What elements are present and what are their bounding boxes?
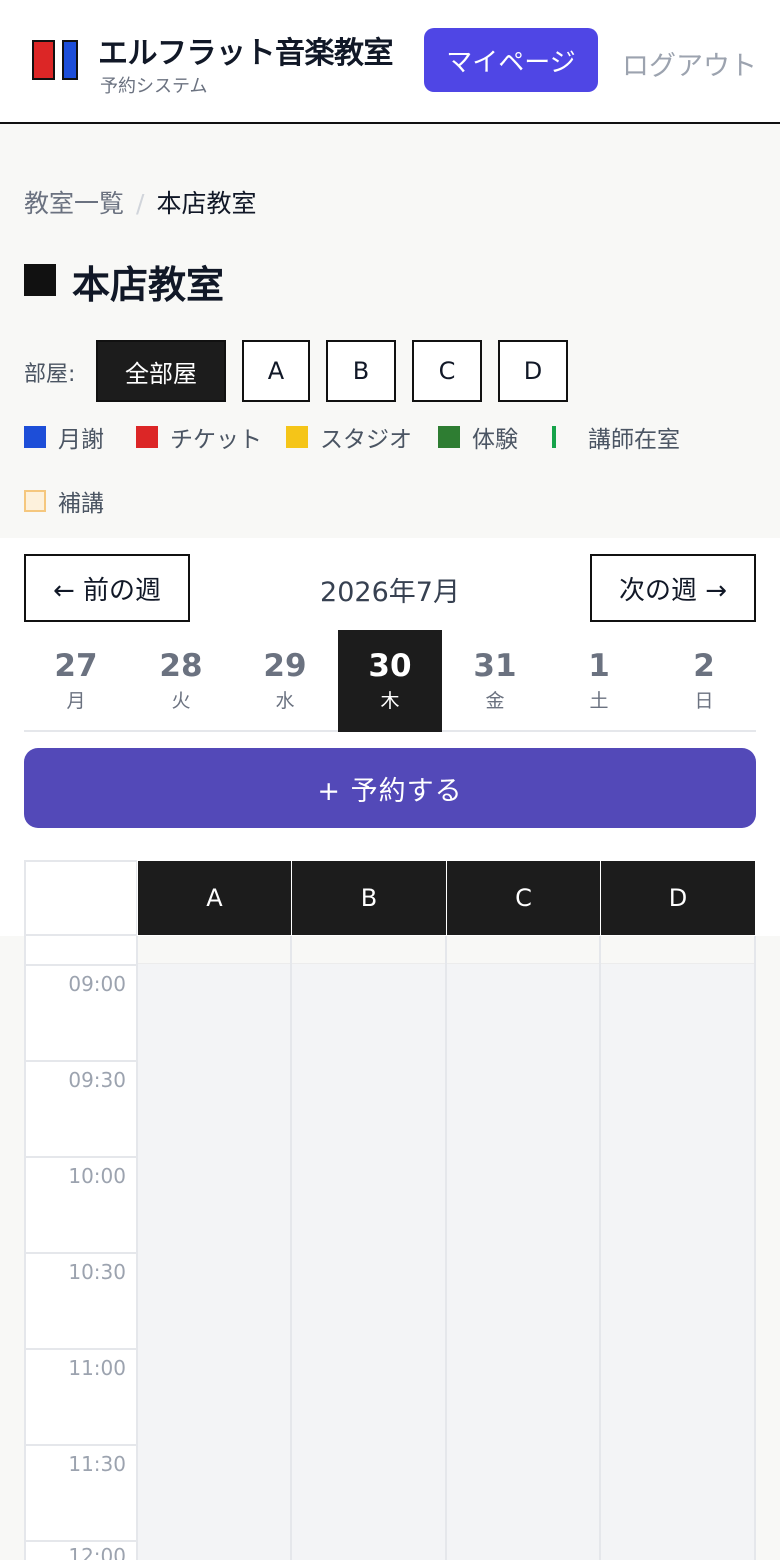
day-number: 2 [693, 648, 715, 684]
day-number: 31 [473, 648, 517, 684]
legend-label: チケット [170, 427, 262, 453]
room-filter-a-button[interactable]: A [242, 340, 310, 402]
time-label: 09:30 [68, 1068, 126, 1092]
legend-item-trial: 体験 [438, 420, 518, 454]
day-1[interactable]: 1土 [547, 630, 651, 732]
time-row: 09:00 [26, 964, 138, 996]
time-row: 11:30 [26, 1444, 138, 1476]
time-label: 10:00 [68, 1164, 126, 1188]
legend-swatch-ticket [136, 426, 158, 448]
page-title: 本店教室 [72, 263, 225, 307]
day-strip: 27 月 28 火 29 水 30 木 31 金 1土 2日 [24, 630, 756, 732]
app-header: エルフラット音楽教室 予約システム マイページ ログアウト [0, 0, 780, 124]
day-number: 1 [588, 648, 610, 684]
legend-label: 補講 [58, 491, 104, 517]
legend-swatch-teacher-present [552, 426, 556, 448]
day-number: 27 [54, 648, 98, 684]
day-of-week: 木 [380, 690, 400, 712]
day-number: 28 [159, 648, 203, 684]
day-31[interactable]: 31 金 [443, 630, 547, 732]
grid-corner [24, 860, 138, 936]
room-column-a[interactable] [138, 936, 292, 1560]
time-label: 11:30 [68, 1452, 126, 1476]
day-of-week: 日 [694, 690, 714, 712]
day-28[interactable]: 28 火 [129, 630, 233, 732]
room-header-c: C [446, 860, 601, 936]
legend-swatch-studio [286, 426, 308, 448]
day-of-week: 金 [485, 690, 505, 712]
breadcrumb-separator: / [136, 189, 145, 218]
mypage-button[interactable]: マイページ [424, 28, 598, 92]
reserve-button[interactable]: + 予約する [24, 748, 756, 828]
time-row: 09:30 [26, 1060, 138, 1092]
app-title: エルフラット音楽教室 [98, 36, 394, 71]
legend-item-monthly: 月謝 [24, 420, 104, 454]
room-filter-d-button[interactable]: D [498, 340, 568, 402]
day-30-selected[interactable]: 30 木 [338, 630, 442, 732]
room-header-d: D [600, 860, 756, 936]
legend-swatch-trial [438, 426, 460, 448]
day-of-week: 土 [589, 690, 609, 712]
day-number: 29 [263, 648, 307, 684]
title-square-icon [24, 264, 56, 296]
day-27[interactable]: 27 月 [24, 630, 128, 732]
day-29[interactable]: 29 水 [233, 630, 337, 732]
breadcrumb: 教室一覧 / 本店教室 [24, 184, 256, 220]
room-filter-b-button[interactable]: B [326, 340, 396, 402]
legend-swatch-monthly [24, 426, 46, 448]
room-header-a: A [137, 860, 292, 936]
logout-link[interactable]: ログアウト [622, 44, 757, 83]
legend-item-studio: スタジオ [286, 420, 412, 454]
time-row: 10:00 [26, 1156, 138, 1188]
next-week-button[interactable]: 次の週 → [590, 554, 756, 622]
legend-item-ticket: チケット [136, 420, 262, 454]
day-of-week: 火 [171, 690, 191, 712]
app-logo-icon [32, 40, 80, 80]
day-number: 30 [368, 648, 412, 684]
legend-label: スタジオ [320, 427, 412, 453]
time-label: 10:30 [68, 1260, 126, 1284]
room-filter-label: 部屋: [24, 362, 76, 387]
time-label: 12:00 [68, 1544, 126, 1560]
legend-label: 講師在室 [588, 427, 680, 453]
room-filter-all-button[interactable]: 全部屋 [96, 340, 226, 402]
legend-item-makeup: 補講 [24, 484, 104, 518]
time-column: 09:00 09:30 10:00 10:30 11:00 11:30 12:0… [24, 936, 138, 1560]
time-label: 11:00 [68, 1356, 126, 1380]
room-column-d[interactable] [601, 936, 756, 1560]
time-row: 12:00 [26, 1540, 138, 1560]
day-of-week: 月 [66, 690, 86, 712]
room-header-b: B [291, 860, 447, 936]
time-label: 09:00 [68, 972, 126, 996]
app-subtitle: 予約システム [100, 76, 208, 97]
breadcrumb-classroom-list-link[interactable]: 教室一覧 [24, 189, 124, 218]
day-of-week: 水 [275, 690, 295, 712]
time-row: 10:30 [26, 1252, 138, 1284]
legend-label: 月謝 [58, 427, 104, 453]
schedule-grid: A B C D 09:00 09:30 10:00 10:30 11:00 11… [24, 860, 756, 1560]
legend-item-teacher-present: 講師在室 [552, 420, 680, 454]
time-row: 11:00 [26, 1348, 138, 1380]
room-column-c[interactable] [447, 936, 601, 1560]
legend-label: 体験 [472, 427, 518, 453]
room-filter-c-button[interactable]: C [412, 340, 482, 402]
day-2[interactable]: 2日 [652, 630, 756, 732]
breadcrumb-current: 本店教室 [156, 189, 257, 218]
room-column-b[interactable] [292, 936, 447, 1560]
legend-swatch-makeup [24, 490, 46, 512]
